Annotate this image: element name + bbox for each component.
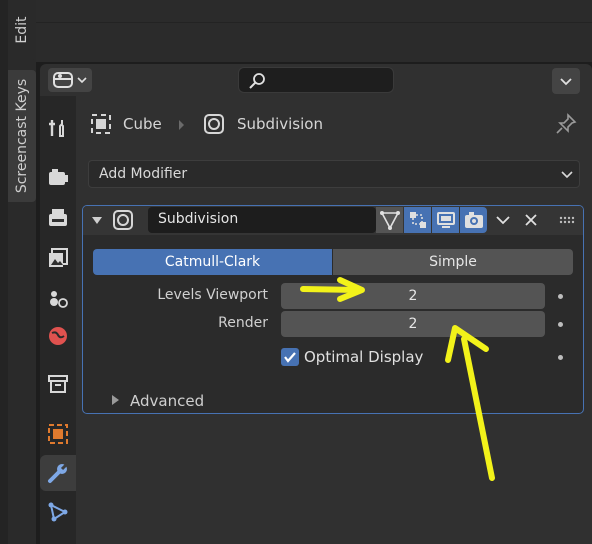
annotation-arrow-horizontal: [300, 286, 361, 293]
annotation-arrow-vertical: [461, 336, 495, 481]
annotation-arrows: [300, 277, 495, 481]
